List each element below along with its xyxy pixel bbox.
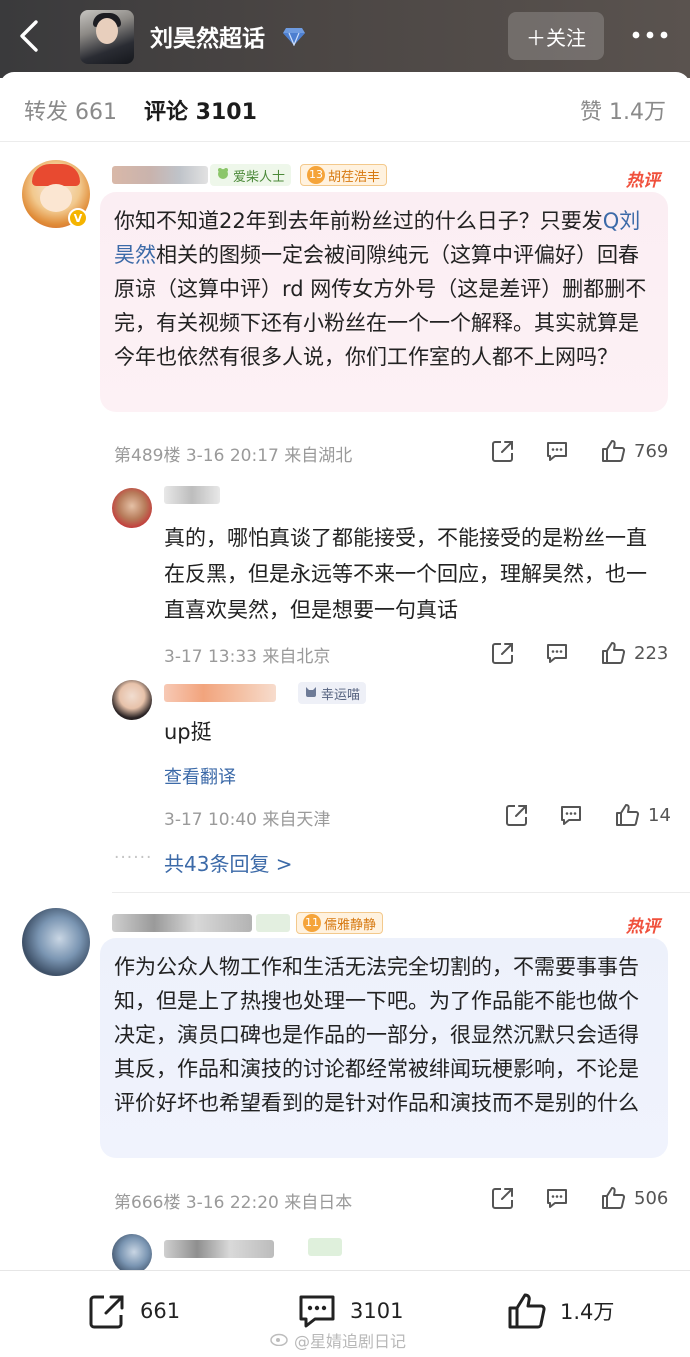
comment-meta: 第489楼 3-16 20:17 来自湖北 — [114, 446, 353, 466]
like-button[interactable]: 506 — [600, 1185, 668, 1211]
share-icon — [89, 1295, 124, 1329]
comment-text: 作为公众人物工作和生活无法完全切割的，不需要事事告知，但是上了热搜也处理一下吧。… — [100, 938, 668, 1158]
like-count: 223 — [634, 642, 669, 664]
thumbs-up-icon — [508, 1293, 546, 1329]
comment-divider — [112, 892, 690, 893]
fan-level-badge: 13 胡荏浩丰 — [300, 164, 388, 186]
share-button[interactable] — [490, 640, 516, 666]
reply-button[interactable] — [544, 438, 570, 464]
reply-avatar[interactable] — [112, 488, 152, 528]
fan-level-number: 11 — [303, 914, 321, 932]
share-button[interactable] — [504, 802, 530, 828]
like-button[interactable]: 14 — [614, 802, 671, 828]
comment-icon — [547, 442, 567, 461]
more-options-icon[interactable] — [628, 20, 672, 50]
comment-icon — [547, 644, 567, 663]
comment-icon — [547, 1189, 567, 1208]
more-replies-link[interactable]: 共43条回复 > — [164, 848, 293, 877]
share-icon — [492, 643, 513, 664]
reply-text: 真的，哪怕真谈了都能接受，不能接受的是粉丝一直在反黑，但是永远等不来一个回应，理… — [164, 526, 647, 622]
share-icon — [492, 1188, 513, 1209]
comment-icon — [299, 1295, 335, 1328]
reply-username-redacted[interactable] — [164, 684, 276, 702]
verified-badge-icon: V — [68, 208, 88, 228]
top-header: 刘昊然超话 ＋关注 — [0, 0, 690, 78]
fan-level-number: 13 — [307, 166, 325, 184]
diamond-badge-icon — [282, 26, 306, 47]
reply-avatar[interactable] — [112, 680, 152, 720]
tab-repost[interactable]: 转发 661 — [24, 94, 117, 126]
user-badge: 幸运喵 — [298, 682, 367, 704]
like-count: 769 — [634, 440, 669, 462]
reply-button[interactable] — [544, 640, 570, 666]
thumbs-up-icon — [616, 804, 640, 826]
user-badge: 爱柴人士 — [210, 164, 292, 186]
fan-level-badge: 11 儒雅静静 — [296, 912, 384, 934]
weibo-logo-icon — [270, 1330, 290, 1350]
bottom-repost-button[interactable]: 661 — [86, 1291, 180, 1331]
username-redacted[interactable] — [112, 166, 208, 184]
tab-comment[interactable]: 评论 3101 — [144, 94, 257, 126]
share-icon — [506, 805, 527, 826]
ellipsis-divider: ······ — [114, 848, 153, 868]
supertopic-avatar[interactable] — [80, 10, 134, 64]
reply-meta: 3-17 13:33 来自北京 — [164, 647, 331, 667]
bottom-comment-button[interactable]: 3101 — [296, 1291, 403, 1331]
reply-username-redacted[interactable] — [164, 1240, 274, 1258]
translate-link[interactable]: 查看翻译 — [164, 763, 236, 789]
follow-button[interactable]: ＋关注 — [508, 12, 604, 60]
like-button[interactable]: 769 — [600, 438, 668, 464]
hot-comment-badge: 热评 — [626, 171, 660, 191]
reply-username-redacted[interactable] — [164, 486, 220, 504]
share-button[interactable] — [490, 1185, 516, 1211]
bottom-like-button[interactable]: 1.4万 — [506, 1291, 614, 1331]
like-count: 14 — [648, 804, 671, 826]
hot-comment-badge: 热评 — [626, 917, 660, 937]
watermark: @星婧追剧日记 — [270, 1328, 406, 1352]
dog-icon — [216, 166, 230, 184]
share-icon — [492, 441, 513, 462]
avatar[interactable] — [22, 908, 90, 976]
like-count: 506 — [634, 1187, 669, 1209]
thumbs-up-icon — [602, 1187, 626, 1209]
username-redacted — [256, 914, 290, 932]
reply-meta: 3-17 10:40 来自天津 — [164, 810, 331, 830]
reply-username-redacted — [308, 1238, 342, 1256]
comment-text: 你知不知道22年到去年前粉丝过的什么日子？只要发Q刘昊然相关的图频一定会被间隙纯… — [100, 192, 668, 412]
share-button[interactable] — [490, 438, 516, 464]
tab-bar: 转发 661 评论 3101 赞 1.4万 — [0, 72, 690, 142]
page-title: 刘昊然超话 — [150, 26, 265, 52]
like-button[interactable]: 223 — [600, 640, 668, 666]
thumbs-up-icon — [602, 642, 626, 664]
tab-like[interactable]: 赞 1.4万 — [580, 94, 666, 126]
back-icon[interactable] — [12, 14, 52, 58]
cat-icon — [304, 684, 318, 702]
reply-button[interactable] — [558, 802, 584, 828]
thumbs-up-icon — [602, 440, 626, 462]
reply-text: up挺 — [164, 720, 212, 744]
reply-button[interactable] — [544, 1185, 570, 1211]
username-redacted[interactable] — [112, 914, 252, 932]
comment-icon — [561, 806, 581, 825]
comment-meta: 第666楼 3-16 22:20 来自日本 — [114, 1193, 353, 1213]
reply-avatar[interactable] — [112, 1234, 152, 1274]
